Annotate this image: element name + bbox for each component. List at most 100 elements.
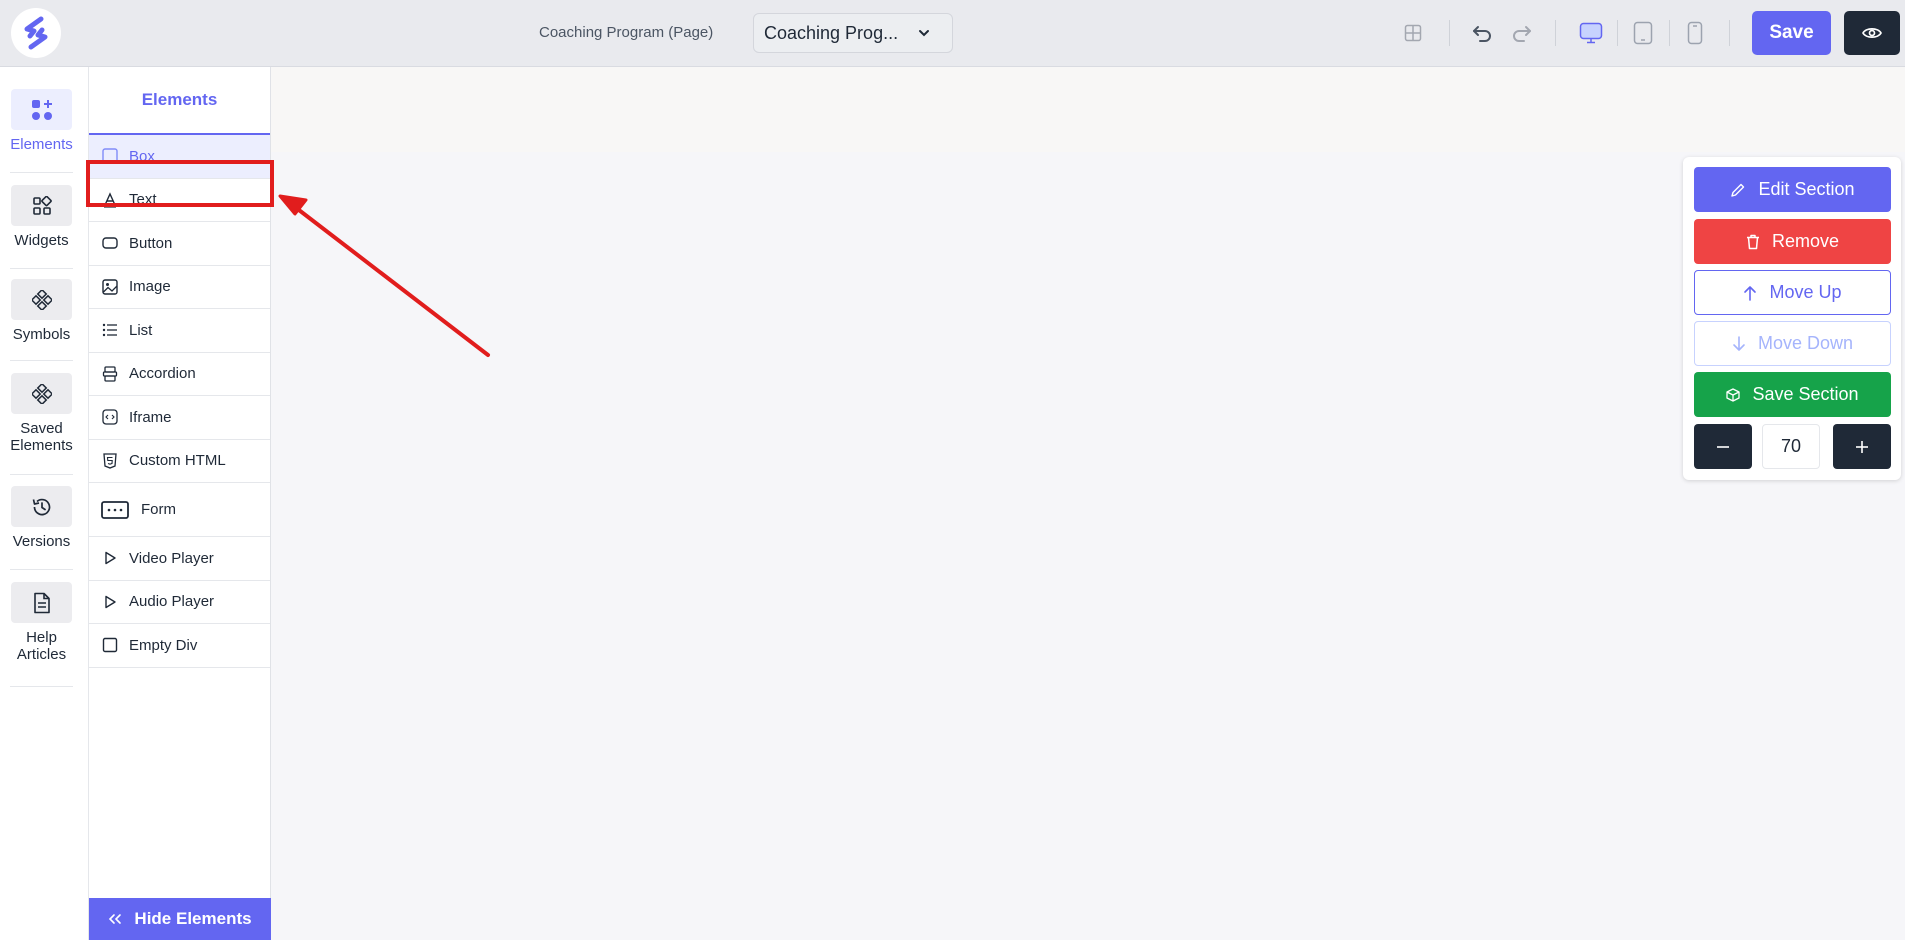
play-icon: [101, 549, 119, 567]
decrease-button[interactable]: [1694, 424, 1752, 469]
element-label: Empty Div: [129, 636, 198, 654]
move-up-button[interactable]: Move Up: [1694, 270, 1891, 315]
element-label: Custom HTML: [129, 452, 226, 470]
move-up-label: Move Up: [1769, 282, 1842, 302]
rail-item-elements[interactable]: Elements: [10, 89, 73, 153]
logo-icon: [24, 16, 48, 50]
page-title: Coaching Program (Page): [539, 24, 714, 41]
save-section-button[interactable]: Save Section: [1694, 372, 1891, 417]
symbols-icon: [11, 279, 72, 320]
rail-item-label: Widgets: [14, 232, 69, 249]
remove-section-label: Remove: [1771, 231, 1840, 251]
rail-item-label: Saved Elements: [10, 420, 73, 454]
top-bar: Coaching Program (Page) Coaching Prog...…: [0, 0, 1905, 67]
element-video-player[interactable]: Video Player: [89, 537, 270, 581]
redo-icon[interactable]: [1509, 20, 1535, 46]
rail-item-symbols[interactable]: Symbols: [10, 279, 73, 343]
element-button[interactable]: Button: [89, 222, 270, 266]
rail-divider: [10, 172, 73, 173]
widgets-icon: [11, 185, 72, 226]
section-toolbar: Edit Section Remove Move Up Move Down Sa…: [1683, 157, 1901, 480]
rail-divider: [10, 569, 73, 570]
document-icon: [11, 582, 72, 623]
tablet-view-icon[interactable]: [1630, 20, 1656, 46]
grid-toggle-icon[interactable]: [1400, 20, 1426, 46]
move-down-label: Move Down: [1757, 333, 1854, 353]
eye-icon: [1862, 28, 1882, 38]
html5-icon: [101, 452, 119, 470]
toolbar-divider: [1617, 20, 1618, 46]
form-icon: [101, 500, 129, 519]
left-rail: Elements Widgets Symbols Saved Elements …: [0, 67, 89, 940]
chevron-down-icon: [919, 30, 929, 37]
pencil-icon: [1730, 182, 1746, 198]
square-icon: [101, 636, 119, 654]
hide-elements-label: Hide Elements: [134, 909, 252, 928]
history-icon: [11, 486, 72, 527]
cube-icon: [1726, 387, 1741, 402]
rail-item-label: Help Articles: [16, 629, 67, 663]
button-icon: [101, 234, 119, 252]
element-label: Iframe: [129, 408, 172, 426]
element-list[interactable]: List: [89, 309, 270, 353]
elements-icon: [11, 89, 72, 130]
play-icon: [101, 593, 119, 611]
save-button[interactable]: Save: [1752, 11, 1831, 55]
rail-item-label: Symbols: [12, 326, 71, 343]
hide-elements-button[interactable]: Hide Elements: [89, 898, 271, 940]
annotation-highlight-box: [86, 160, 274, 207]
element-label: List: [129, 321, 153, 339]
element-label: Accordion: [129, 365, 196, 383]
mobile-view-icon[interactable]: [1682, 20, 1708, 46]
element-label: Audio Player: [129, 593, 215, 611]
tab-elements[interactable]: Elements: [89, 67, 270, 135]
element-label: Video Player: [129, 549, 214, 567]
padding-value-field[interactable]: 70: [1762, 424, 1820, 469]
rail-item-help-articles[interactable]: Help Articles: [10, 582, 73, 663]
save-section-label: Save Section: [1752, 384, 1859, 404]
move-down-button[interactable]: Move Down: [1694, 321, 1891, 366]
edit-section-label: Edit Section: [1758, 179, 1855, 199]
rail-divider: [10, 268, 73, 269]
element-empty-div[interactable]: Empty Div: [89, 624, 270, 668]
app-logo[interactable]: [11, 8, 61, 58]
element-custom-html[interactable]: Custom HTML: [89, 440, 270, 483]
editor-canvas[interactable]: [271, 67, 1905, 940]
undo-icon[interactable]: [1469, 20, 1495, 46]
element-label: Button: [129, 234, 173, 252]
toolbar-divider: [1669, 20, 1670, 46]
element-image[interactable]: Image: [89, 266, 270, 309]
rail-item-versions[interactable]: Versions: [10, 486, 73, 550]
rail-item-widgets[interactable]: Widgets: [10, 185, 73, 249]
remove-section-button[interactable]: Remove: [1694, 219, 1891, 264]
increase-button[interactable]: [1833, 424, 1891, 469]
minus-icon: [1717, 445, 1729, 448]
rail-item-saved-elements[interactable]: Saved Elements: [10, 373, 73, 454]
preview-button[interactable]: [1844, 11, 1900, 55]
trash-icon: [1746, 234, 1760, 250]
toolbar-divider: [1449, 20, 1450, 46]
page-dropdown[interactable]: Coaching Prog...: [753, 13, 953, 53]
rail-divider: [10, 474, 73, 475]
rail-divider: [10, 686, 73, 687]
arrow-up-icon: [1743, 285, 1757, 301]
rail-item-label: Elements: [10, 136, 73, 153]
element-label: Form: [141, 501, 176, 518]
list-icon: [101, 321, 119, 339]
element-audio-player[interactable]: Audio Player: [89, 581, 270, 624]
iframe-icon: [101, 408, 119, 426]
image-icon: [101, 278, 119, 296]
accordion-icon: [101, 365, 119, 383]
element-label: Image: [129, 278, 171, 296]
desktop-view-icon[interactable]: [1578, 20, 1604, 46]
element-iframe[interactable]: Iframe: [89, 396, 270, 440]
chevrons-left-icon: [109, 914, 122, 924]
edit-section-button[interactable]: Edit Section: [1694, 167, 1891, 212]
page-dropdown-value: Coaching Prog...: [764, 22, 899, 43]
toolbar-divider: [1729, 20, 1730, 46]
canvas-section-header: [271, 67, 1905, 152]
element-accordion[interactable]: Accordion: [89, 353, 270, 396]
arrow-down-icon: [1732, 335, 1746, 352]
toolbar-divider: [1555, 20, 1556, 46]
element-form[interactable]: Form: [89, 483, 270, 537]
